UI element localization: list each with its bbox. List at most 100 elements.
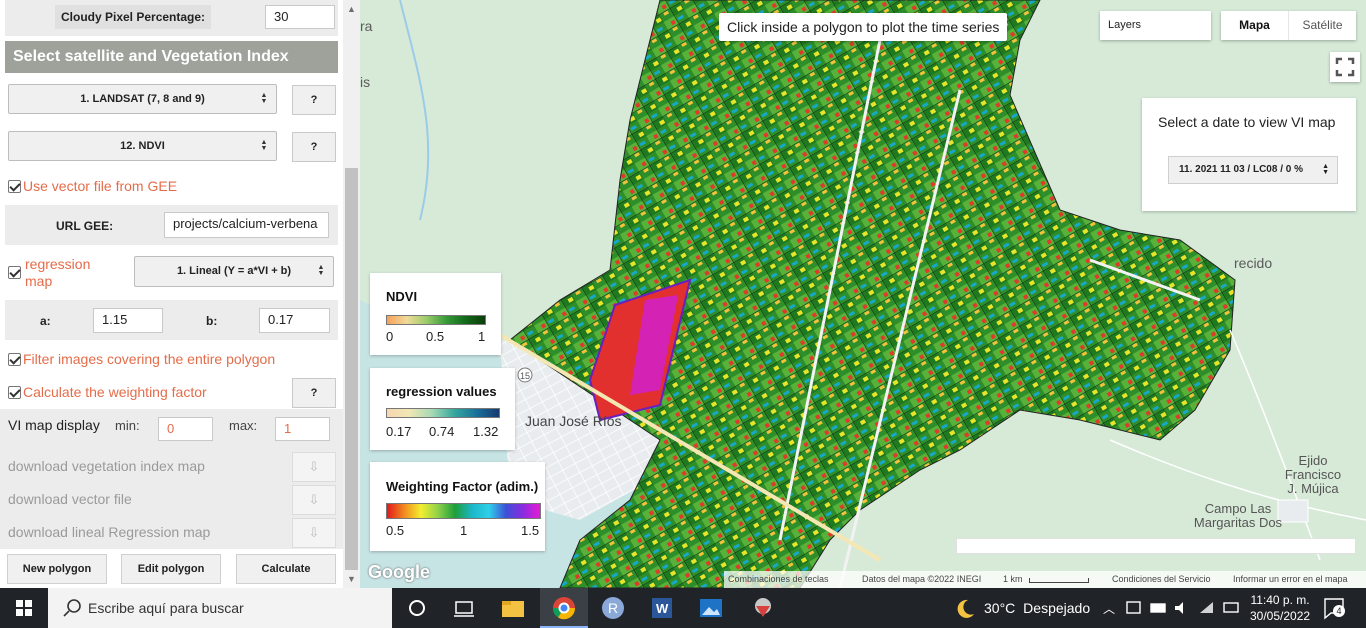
use-vector-label: Use vector file from GEE	[23, 178, 178, 194]
weighting-help-button[interactable]: ?	[292, 378, 336, 408]
b-input[interactable]: 0.17	[259, 308, 330, 333]
date-select[interactable]: 11. 2021 11 03 / LC08 / 0 % ▲ ▼	[1168, 156, 1338, 184]
taskbar-weather[interactable]: 30°C Despejado	[984, 600, 1090, 616]
select-arrows-icon: ▲ ▼	[260, 139, 268, 152]
ejido-line2: Francisco	[1284, 467, 1342, 482]
min-input[interactable]: 0	[158, 417, 213, 441]
control-panel: Cloudy Pixel Percentage: 30 Select satel…	[0, 0, 360, 588]
start-button[interactable]	[0, 588, 48, 628]
file-explorer-icon[interactable]	[500, 596, 526, 620]
date-panel-title: Select a date to view VI map	[1158, 114, 1336, 130]
moon-icon	[957, 599, 974, 618]
keyboard-shortcuts-link[interactable]: Combinaciones de teclas	[728, 574, 829, 584]
satellite-select[interactable]: 1. LANDSAT (7, 8 and 9) ▲ ▼	[8, 84, 277, 114]
weighting-row[interactable]: Calculate the weighting factor	[8, 384, 207, 400]
map-label-ra: ra	[360, 18, 373, 34]
scrollbar-thumb[interactable]	[345, 168, 358, 570]
chrome-app-tile[interactable]	[540, 588, 588, 628]
regression-checkbox[interactable]	[8, 266, 21, 279]
volume-icon[interactable]	[1172, 599, 1192, 617]
taskbar-date: 30/05/2022	[1250, 609, 1311, 623]
scale-text: 1 km	[1003, 574, 1023, 584]
weighting-legend-title: Weighting Factor (adim.)	[386, 479, 539, 494]
taskbar: Escribe aquí para buscar R W 30°C Despej…	[0, 588, 1366, 628]
snipping-tool-icon[interactable]	[750, 596, 776, 620]
map-label-ejido: Ejido Francisco J. Mújica	[1268, 454, 1358, 496]
use-vector-checkbox[interactable]	[8, 179, 21, 193]
weighting-checkbox[interactable]	[8, 385, 21, 399]
scroll-down-icon[interactable]: ▼	[347, 574, 356, 584]
taskbar-search[interactable]: Escribe aquí para buscar	[48, 588, 392, 628]
photos-icon[interactable]	[698, 596, 724, 620]
map-view[interactable]: ra is 15 Juan José Ríos recido Ejido Fra…	[360, 0, 1366, 588]
url-gee-label: URL GEE:	[56, 219, 114, 233]
network-icon[interactable]	[1222, 599, 1242, 617]
chart-placeholder	[956, 538, 1356, 554]
index-help-button[interactable]: ?	[292, 132, 336, 162]
layers-button[interactable]: Layers	[1100, 11, 1211, 40]
battery-icon[interactable]	[1149, 599, 1169, 617]
ndvi-legend: NDVI 0 0.5 1	[370, 273, 501, 355]
ejido-line1: Ejido	[1298, 453, 1328, 468]
svg-text:R: R	[608, 600, 618, 616]
calculate-button[interactable]: Calculate	[236, 554, 336, 584]
fullscreen-button[interactable]	[1330, 52, 1360, 82]
url-gee-input[interactable]: projects/calcium-verbena	[164, 212, 329, 238]
scale-bar	[1029, 578, 1089, 583]
cortana-icon[interactable]	[404, 596, 430, 620]
tray-chevron-icon[interactable]: ︿	[1103, 600, 1115, 617]
satellite-help-button[interactable]: ?	[292, 85, 336, 115]
use-vector-row[interactable]: Use vector file from GEE	[8, 178, 177, 194]
new-polygon-button[interactable]: New polygon	[7, 554, 107, 584]
regression-tick-1: 0.74	[429, 424, 455, 439]
download-vi-button[interactable]: ⇩	[292, 452, 336, 482]
terms-link[interactable]: Condiciones del Servicio	[1112, 574, 1211, 584]
regression-select[interactable]: 1. Lineal (Y = a*VI + b) ▲ ▼	[134, 256, 334, 287]
task-view-icon[interactable]	[451, 596, 477, 620]
map-type-mapa[interactable]: Mapa	[1221, 11, 1288, 40]
taskbar-temperature: 30°C	[984, 600, 1016, 616]
ndvi-tick-2: 1	[478, 329, 486, 344]
filter-row[interactable]: Filter images covering the entire polygo…	[8, 351, 275, 367]
b-label: b:	[206, 314, 218, 328]
select-arrows-icon: ▲ ▼	[260, 92, 268, 105]
download-vector-label: download vector file	[8, 491, 132, 507]
map-type-satelite[interactable]: Satélite	[1288, 11, 1356, 40]
satellite-select-label: 1. LANDSAT (7, 8 and 9)	[80, 93, 205, 105]
ndvi-colorbar	[386, 315, 486, 325]
report-error-link[interactable]: Informar un error en el mapa	[1233, 574, 1348, 584]
map-data-text: Datos del mapa ©2022 INEGI	[862, 574, 982, 584]
index-select-label: 12. NDVI	[120, 140, 165, 152]
map-tip: Click inside a polygon to plot the time …	[719, 13, 1008, 41]
regression-legend-title: regression values	[386, 384, 497, 399]
ndvi-tick-1: 0.5	[426, 329, 445, 344]
regression-label-line1: regression	[25, 256, 91, 272]
scroll-up-icon[interactable]: ▲	[347, 4, 356, 14]
regression-label-line2: map	[25, 273, 53, 289]
taskbar-clock[interactable]: 11:40 p. m. 30/05/2022	[1250, 592, 1310, 624]
index-select[interactable]: 12. NDVI ▲ ▼	[8, 131, 277, 161]
edit-polygon-button[interactable]: Edit polygon	[121, 554, 221, 584]
a-input[interactable]: 1.15	[93, 308, 163, 333]
ndvi-tick-0: 0	[386, 329, 394, 344]
notification-center[interactable]: 4	[1322, 596, 1346, 620]
road-15-label: 15	[519, 371, 530, 381]
max-input[interactable]: 1	[275, 417, 330, 441]
r-app-icon[interactable]: R	[600, 596, 626, 620]
min-label: min:	[115, 418, 140, 433]
taskbar-time: 11:40 p. m.	[1250, 593, 1310, 607]
word-icon[interactable]: W	[649, 596, 675, 620]
filter-checkbox[interactable]	[8, 352, 21, 366]
campo-line1: Campo Las	[1204, 501, 1272, 516]
ndvi-legend-title: NDVI	[386, 289, 418, 304]
regression-row[interactable]: regression map	[8, 256, 90, 290]
cloudy-input[interactable]: 30	[265, 5, 335, 29]
security-icon[interactable]	[1124, 599, 1144, 617]
panel-scrollbar[interactable]: ▲ ▼	[343, 0, 360, 588]
download-regression-button[interactable]: ⇩	[292, 518, 336, 548]
windows-icon	[16, 600, 32, 616]
download-vector-button[interactable]: ⇩	[292, 485, 336, 515]
taskbar-search-placeholder: Escribe aquí para buscar	[88, 600, 244, 616]
wifi-icon[interactable]	[1197, 599, 1217, 617]
filter-label: Filter images covering the entire polygo…	[23, 351, 276, 367]
